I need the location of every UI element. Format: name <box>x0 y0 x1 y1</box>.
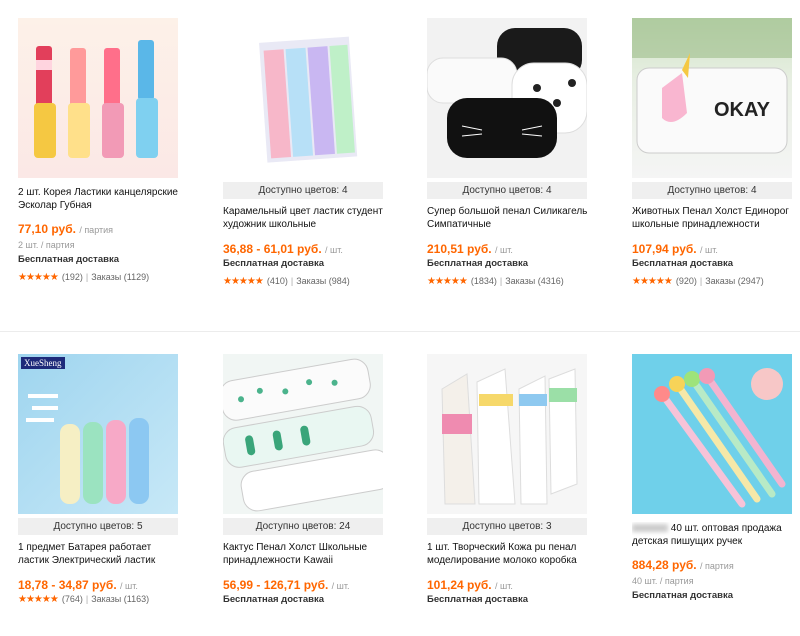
free-shipping: Бесплатная доставка <box>632 590 733 601</box>
price-unit: / шт. <box>699 245 718 255</box>
product-title[interactable]: 1 предмет Батарея работает ластик Электр… <box>18 541 182 567</box>
product-card[interactable]: Доступно цветов: 3 1 шт. Творческий Кожа… <box>427 336 591 636</box>
colors-available: Доступно цветов: 4 <box>427 182 587 199</box>
product-price: 36,88 - 61,01 руб. / шт. <box>223 242 343 256</box>
product-price: 101,24 руб. / шт. <box>427 578 513 592</box>
product-title[interactable]: Животных Пенал Холст Единорог школьные п… <box>632 205 796 231</box>
product-card[interactable]: 40 шт. оптовая продажа детская пишущих р… <box>632 336 796 636</box>
product-title[interactable]: Кактус Пенал Холст Школьные принадлежнос… <box>223 541 387 567</box>
price-unit: / шт. <box>494 581 513 591</box>
product-title[interactable]: Супер большой пенал Силикагель Симпатичн… <box>427 205 591 231</box>
review-count: (764) <box>61 594 83 604</box>
row-divider <box>0 331 800 332</box>
product-card[interactable]: XueSheng Доступно цветов: 5 1 предмет Ба… <box>18 336 182 636</box>
product-price: 56,99 - 126,71 руб. / шт. <box>223 578 350 592</box>
price-unit: / партия <box>79 225 114 235</box>
price-unit: / шт. <box>325 245 343 255</box>
product-card[interactable]: 2 шт. Корея Ластики канцелярские Эсколар… <box>18 0 182 300</box>
product-price: 77,10 руб. / партия <box>18 222 114 236</box>
rating-row: ★★★★★ (764) | Заказы (1163) <box>18 594 150 605</box>
colors-available: Доступно цветов: 4 <box>223 182 383 199</box>
product-price: 107,94 руб. / шт. <box>632 242 718 256</box>
order-count: Заказы (1163) <box>91 594 150 604</box>
price-unit: / партия <box>699 561 734 571</box>
product-row-1: 2 шт. Корея Ластики канцелярские Эсколар… <box>0 0 800 300</box>
rating-row: ★★★★★ (920) | Заказы (2947) <box>632 276 764 287</box>
lot-size: 40 шт. / партия <box>632 576 694 586</box>
product-image-jelly-erasers[interactable] <box>223 18 383 178</box>
star-rating-icon: ★★★★★ <box>632 276 673 287</box>
star-rating-icon: ★★★★★ <box>18 594 59 605</box>
product-card[interactable]: Доступно цветов: 4 Карамельный цвет ласт… <box>223 0 387 300</box>
product-row-2: XueSheng Доступно цветов: 5 1 предмет Ба… <box>0 336 800 636</box>
order-count: Заказы (4316) <box>505 276 564 286</box>
free-shipping: Бесплатная доставка <box>632 258 733 269</box>
brand-logo: XueSheng <box>21 357 65 369</box>
star-rating-icon: ★★★★★ <box>427 276 468 287</box>
product-card[interactable]: Доступно цветов: 24 Кактус Пенал Холст Ш… <box>223 336 387 636</box>
order-count: Заказы (984) <box>296 276 350 286</box>
product-image-electric-eraser[interactable]: XueSheng <box>18 354 178 514</box>
free-shipping: Бесплатная доставка <box>427 594 528 605</box>
svg-text:OKAY: OKAY <box>714 99 771 121</box>
price-unit: / шт. <box>120 581 138 591</box>
product-title[interactable]: Карамельный цвет ластик студент художник… <box>223 205 387 231</box>
review-count: (920) <box>675 276 697 286</box>
product-image-gel-pens[interactable] <box>632 354 792 514</box>
product-title[interactable]: 1 шт. Творческий Кожа pu пенал моделиров… <box>427 541 591 567</box>
free-shipping: Бесплатная доставка <box>223 258 324 269</box>
star-rating-icon: ★★★★★ <box>18 272 59 283</box>
product-image-eraser-lipstick[interactable] <box>18 18 178 178</box>
order-count: Заказы (1129) <box>91 272 150 282</box>
colors-available: Доступно цветов: 24 <box>223 518 383 535</box>
colors-available: Доступно цветов: 5 <box>18 518 178 535</box>
product-price: 884,28 руб. / партия <box>632 558 734 572</box>
rating-row: ★★★★★ (192) | Заказы (1129) <box>18 272 150 283</box>
price-unit: / шт. <box>331 581 350 591</box>
product-price: 18,78 - 34,87 руб. / шт. <box>18 578 138 592</box>
product-title[interactable]: 2 шт. Корея Ластики канцелярские Эсколар… <box>18 186 182 212</box>
colors-available: Доступно цветов: 4 <box>632 182 792 199</box>
colors-available: Доступно цветов: 3 <box>427 518 587 535</box>
star-rating-icon: ★★★★★ <box>223 276 264 287</box>
product-price: 210,51 руб. / шт. <box>427 242 513 256</box>
review-count: (410) <box>266 276 288 286</box>
review-count: (1834) <box>470 276 497 286</box>
product-title[interactable]: 40 шт. оптовая продажа детская пишущих р… <box>632 522 796 548</box>
blurred-text <box>632 524 668 533</box>
lot-size: 2 шт. / партия <box>18 240 75 250</box>
product-image-unicorn-pencil-case[interactable]: OKAY <box>632 18 792 178</box>
rating-row: ★★★★★ (1834) | Заказы (4316) <box>427 276 564 287</box>
free-shipping: Бесплатная доставка <box>223 594 324 605</box>
product-card[interactable]: OKAY Доступно цветов: 4 Животных Пенал Х… <box>632 0 796 300</box>
product-image-milk-box-pencil-case[interactable] <box>427 354 587 514</box>
price-unit: / шт. <box>494 245 513 255</box>
order-count: Заказы (2947) <box>705 276 764 286</box>
free-shipping: Бесплатная доставка <box>18 254 119 265</box>
review-count: (192) <box>61 272 83 282</box>
product-image-cactus-pencil-case[interactable] <box>223 354 383 514</box>
free-shipping: Бесплатная доставка <box>427 258 528 269</box>
rating-row: ★★★★★ (410) | Заказы (984) <box>223 276 350 287</box>
product-image-cat-pencil-case[interactable] <box>427 18 587 178</box>
product-card[interactable]: Доступно цветов: 4 Супер большой пенал С… <box>427 0 591 300</box>
